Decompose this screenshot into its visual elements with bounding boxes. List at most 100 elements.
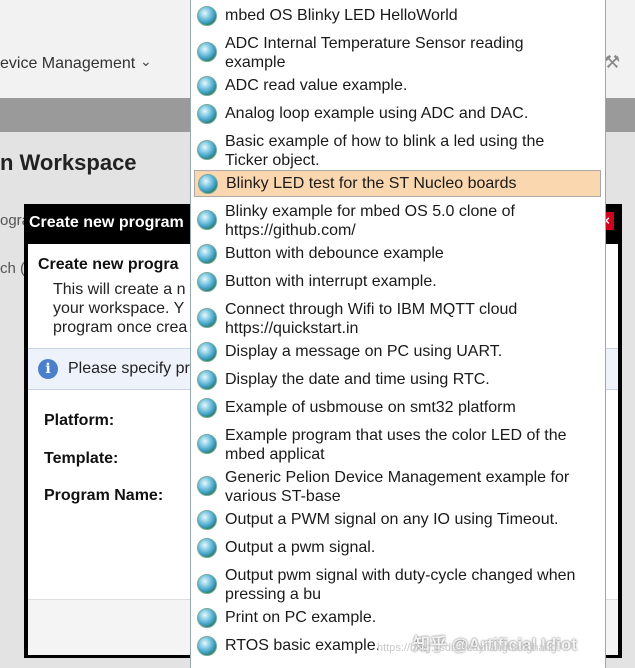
option-label-line: Generic Pelion Device Management example… — [225, 469, 570, 486]
template-option[interactable]: Output a pwm signal. — [194, 535, 601, 561]
dialog-title: Create new program — [29, 214, 184, 231]
template-option[interactable]: mbed OS Blinky LED HelloWorld — [194, 3, 601, 29]
option-label: Button with debounce example — [225, 244, 444, 263]
option-label: Connect through Wifi to IBM MQTT cloud ht… — [225, 300, 517, 338]
option-label: Blinky example for mbed OS 5.0 clone of h… — [225, 202, 515, 240]
template-option[interactable]: Display a message on PC using UART. — [194, 339, 601, 365]
option-label: Button with interrupt example. — [225, 272, 437, 291]
option-label-line: mbed OS Blinky LED HelloWorld — [225, 7, 458, 24]
option-label-line: Example of usbmouse on smt32 platform — [225, 399, 516, 416]
globe-icon — [197, 6, 217, 26]
option-label: RTOS basic example. — [225, 636, 380, 655]
option-label: Generic Pelion Device Management example… — [225, 468, 569, 506]
template-option[interactable]: Display the date and time using RTC. — [194, 367, 601, 393]
info-text: Please specify pr — [68, 360, 190, 377]
option-label: Blinky LED test for the ST Nucleo boards — [226, 174, 517, 193]
option-label: Analog loop example using ADC and DAC. — [225, 104, 528, 123]
option-label-line: Print on PC example. — [225, 609, 377, 626]
option-label-line: Basic example of how to blink a led usin… — [225, 133, 545, 150]
template-option[interactable]: Blinky example for mbed OS 5.0 clone of h… — [194, 199, 601, 241]
dialog-description: This will create a n your workspace. Y p… — [53, 280, 213, 337]
globe-icon — [197, 244, 217, 264]
description-line: program once crea — [53, 319, 188, 336]
description-line: This will create a n — [53, 281, 186, 298]
template-option[interactable]: Example of usbmouse on smt32 platform — [194, 395, 601, 421]
template-option-selected[interactable]: Blinky LED test for the ST Nucleo boards — [194, 170, 601, 197]
globe-icon — [197, 398, 217, 418]
option-label: Basic example of how to blink a led usin… — [225, 132, 544, 170]
option-label: Display the date and time using RTC. — [225, 370, 490, 389]
globe-icon — [197, 308, 217, 328]
option-label: Display a message on PC using UART. — [225, 342, 502, 361]
template-option[interactable]: Generic Pelion Device Management example… — [194, 465, 601, 507]
globe-icon — [197, 272, 217, 292]
template-option[interactable]: Analog loop example using ADC and DAC. — [194, 101, 601, 127]
template-option[interactable]: Output pwm signal with duty-cycle change… — [194, 563, 601, 605]
template-option[interactable]: ADC read value example. — [194, 73, 601, 99]
option-label-line: Display a message on PC using UART. — [225, 343, 503, 360]
option-label-line: RTOS basic example. — [225, 637, 381, 654]
option-label-line: Output a PWM signal on any IO using Time… — [225, 511, 559, 528]
option-label-line: Display the date and time using RTC. — [225, 371, 490, 388]
option-label-line: ADC read value example. — [225, 77, 408, 94]
option-label-line: Button with debounce example — [225, 245, 444, 262]
option-label: Example program that uses the color LED … — [225, 426, 567, 464]
template-option[interactable]: Output a PWM signal on any IO using Time… — [194, 507, 601, 533]
option-label-line: https://quickstart.in — [225, 320, 359, 337]
option-label-line: Blinky example for mbed OS 5.0 clone of — [225, 203, 515, 220]
globe-icon — [197, 510, 217, 530]
globe-icon — [197, 76, 217, 96]
info-icon: i — [38, 359, 58, 379]
globe-icon — [197, 104, 217, 124]
wrench-icon[interactable]: ⚒ — [604, 52, 620, 73]
option-label: Output a PWM signal on any IO using Time… — [225, 510, 559, 529]
option-label-line: pressing a bu — [225, 586, 322, 603]
platform-label: Platform: — [44, 412, 115, 429]
option-label: Print on PC example. — [225, 608, 376, 627]
option-label-line: Connect through Wifi to IBM MQTT cloud — [225, 301, 518, 318]
dialog-heading: Create new progra — [38, 256, 179, 273]
option-label-line: Analog loop example using ADC and DAC. — [225, 105, 529, 122]
globe-icon — [197, 434, 217, 454]
template-option[interactable]: Button with debounce example — [194, 241, 601, 267]
globe-icon — [197, 42, 217, 62]
option-label: Example of usbmouse on smt32 platform — [225, 398, 516, 417]
globe-icon — [197, 140, 217, 160]
chevron-down-icon[interactable]: ⌄ — [140, 53, 152, 70]
option-label-line: Ticker object. — [225, 152, 320, 169]
template-option[interactable]: ADC Internal Temperature Sensor reading e… — [194, 31, 601, 73]
template-option[interactable]: Basic example of how to blink a led usin… — [194, 129, 601, 171]
option-label: mbed OS Blinky LED HelloWorld — [225, 6, 458, 25]
globe-icon — [197, 574, 217, 594]
option-label-line: example — [225, 54, 286, 71]
option-label-line: Example program that uses the color LED … — [225, 427, 567, 444]
template-dropdown-list[interactable]: mbed OS Blinky LED HelloWorld ADC Interna… — [190, 0, 606, 668]
globe-icon — [197, 210, 217, 230]
option-label-line: Blinky LED test for the ST Nucleo boards — [226, 175, 517, 192]
globe-icon — [197, 370, 217, 390]
globe-icon — [197, 342, 217, 362]
template-option[interactable]: Example program that uses the color LED … — [194, 423, 601, 465]
option-label-line: various ST-base — [225, 488, 341, 505]
template-option[interactable]: Connect through Wifi to IBM MQTT cloud ht… — [194, 297, 601, 339]
option-label-line: Output a pwm signal. — [225, 539, 376, 556]
option-label: Output a pwm signal. — [225, 538, 375, 557]
option-label: Output pwm signal with duty-cycle change… — [225, 566, 575, 604]
template-option[interactable]: Print on PC example. — [194, 605, 601, 631]
globe-icon — [197, 636, 217, 656]
globe-icon — [198, 174, 218, 194]
option-label-line: https://github.com/ — [225, 222, 356, 239]
nav-device-management[interactable]: evice Management — [0, 55, 135, 73]
option-label-line: ADC Internal Temperature Sensor reading — [225, 35, 524, 52]
bg-fragment: ch ( — [0, 260, 26, 277]
program-name-label: Program Name: — [44, 487, 164, 504]
option-label: ADC read value example. — [225, 76, 407, 95]
workspace-title: n Workspace — [0, 150, 137, 175]
template-option[interactable]: Button with interrupt example. — [194, 269, 601, 295]
template-label: Template: — [44, 450, 119, 467]
description-line: your workspace. Y — [53, 300, 185, 317]
globe-icon — [197, 538, 217, 558]
watermark-url: https://blog.csdn.net/yifanghanghang — [377, 642, 557, 654]
option-label: ADC Internal Temperature Sensor reading e… — [225, 34, 524, 72]
option-label-line: Output pwm signal with duty-cycle change… — [225, 567, 576, 584]
